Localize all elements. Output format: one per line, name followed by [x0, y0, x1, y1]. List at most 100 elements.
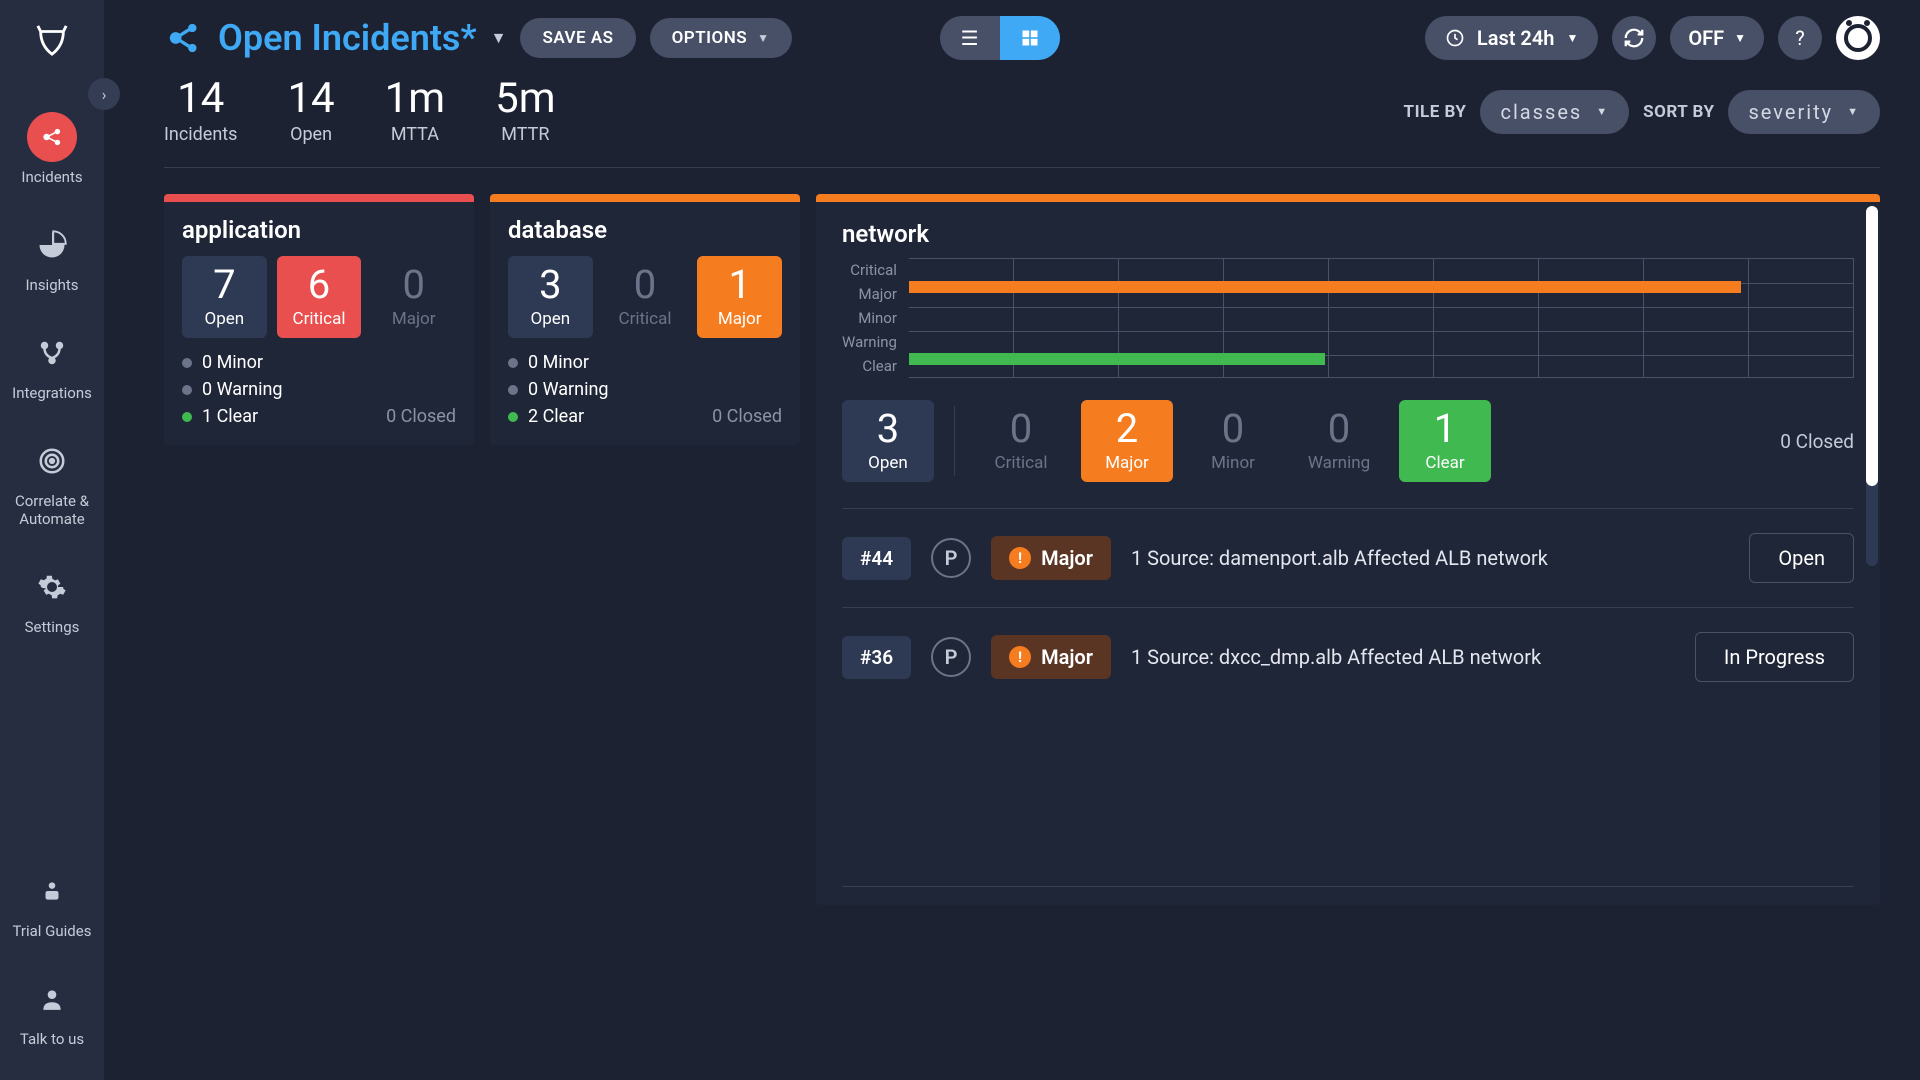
incident-description: 1 Source: damenport.alb Affected ALB net… — [1131, 546, 1729, 570]
nav-label: Incidents — [21, 168, 82, 186]
meta-minor: 0 Minor — [508, 352, 609, 373]
nav-label: Insights — [25, 276, 78, 294]
incident-id[interactable]: #36 — [842, 636, 911, 679]
nav-incidents[interactable]: Incidents — [0, 100, 104, 198]
chevron-down-icon: ▼ — [491, 28, 507, 48]
header: Open Incidents* ▼ SAVE AS OPTIONS ▼ ☰ La… — [164, 16, 1880, 60]
tiles-container: application 7 Open 6 Critical 0 Major — [164, 168, 1880, 905]
tile-title: database — [508, 216, 782, 244]
nav-label: Trial Guides — [13, 922, 92, 940]
chevron-down-icon: ▼ — [1596, 105, 1609, 118]
user-avatar[interactable] — [1836, 16, 1880, 60]
guides-icon — [27, 866, 77, 916]
metric-mttr: 5m MTTR — [495, 78, 555, 145]
nav-talk[interactable]: Talk to us — [0, 962, 104, 1060]
priority-badge[interactable]: P — [931, 637, 971, 677]
nav-expand-button[interactable]: › — [88, 78, 120, 110]
sort-by-label: SORT BY — [1643, 102, 1714, 122]
metric-incidents: 14 Incidents — [164, 78, 237, 145]
help-button[interactable]: ? — [1778, 16, 1822, 60]
metric-open: 14 Open — [287, 78, 334, 145]
chevron-down-icon: ▼ — [1734, 31, 1746, 45]
metric-mtta: 1m MTTA — [385, 78, 445, 145]
incident-row[interactable]: #36 P ! Major 1 Source: dxcc_dmp.alb Aff… — [842, 607, 1854, 706]
help-icon: ? — [1795, 26, 1804, 50]
tile-by-label: TILE BY — [1404, 102, 1467, 122]
stat-major[interactable]: 1 Major — [697, 256, 782, 338]
stat-critical[interactable]: 6 Critical — [277, 256, 362, 338]
severity-bar — [164, 194, 474, 202]
nav-insights[interactable]: Insights — [0, 208, 104, 306]
dashboard-title-dropdown[interactable]: Open Incidents* ▼ — [164, 17, 506, 59]
time-range-selector[interactable]: Last 24h ▼ — [1425, 16, 1598, 60]
incident-state[interactable]: Open — [1749, 533, 1854, 583]
stat-open[interactable]: 7 Open — [182, 256, 267, 338]
nav-integrations[interactable]: Integrations — [0, 316, 104, 414]
severity-bar — [816, 194, 1880, 202]
stat-major[interactable]: 0 Major — [371, 256, 456, 338]
list-view-button[interactable]: ☰ — [940, 16, 1000, 60]
meta-closed: 0 Closed — [712, 406, 782, 427]
scrollbar-thumb[interactable] — [1866, 206, 1878, 486]
nav-settings[interactable]: Settings — [0, 550, 104, 648]
meta-clear: 1 Clear — [182, 406, 283, 427]
refresh-button[interactable] — [1612, 16, 1656, 60]
incident-row[interactable]: #44 P ! Major 1 Source: damenport.alb Af… — [842, 508, 1854, 607]
incident-state[interactable]: In Progress — [1695, 632, 1854, 682]
meta-closed: 0 Closed — [386, 406, 456, 427]
stat-minor[interactable]: 0 Minor — [1187, 400, 1279, 482]
stat-major[interactable]: 2 Major — [1081, 400, 1173, 482]
save-as-button[interactable]: SAVE AS — [520, 18, 635, 58]
clock-icon — [1445, 28, 1465, 48]
nav-label: Settings — [25, 618, 80, 636]
chart-band-clear — [909, 353, 1325, 365]
tile-application[interactable]: application 7 Open 6 Critical 0 Major — [164, 194, 474, 445]
nav-correlate[interactable]: Correlate &Automate — [0, 424, 104, 540]
refresh-icon — [1623, 27, 1645, 49]
incident-id[interactable]: #44 — [842, 537, 911, 580]
stat-open[interactable]: 3 Open — [842, 400, 934, 482]
tile-network: network Critical Major Minor Warning Cle… — [816, 194, 1880, 905]
stat-warning[interactable]: 0 Warning — [1293, 400, 1385, 482]
chart-band-major — [909, 281, 1741, 293]
priority-badge[interactable]: P — [931, 538, 971, 578]
chevron-down-icon: ▼ — [1847, 105, 1860, 118]
nav-label: Correlate &Automate — [15, 492, 89, 528]
tile-database[interactable]: database 3 Open 0 Critical 1 Major — [490, 194, 800, 445]
stat-critical[interactable]: 0 Critical — [603, 256, 688, 338]
main-content: Open Incidents* ▼ SAVE AS OPTIONS ▼ ☰ La… — [104, 0, 1920, 1080]
tile-title: application — [182, 216, 456, 244]
severity-badge: ! Major — [991, 536, 1111, 580]
grid-icon — [1020, 28, 1040, 48]
meta-minor: 0 Minor — [182, 352, 283, 373]
meta-clear: 2 Clear — [508, 406, 609, 427]
stat-clear[interactable]: 1 Clear — [1399, 400, 1491, 482]
app-logo-icon — [32, 20, 72, 60]
dashboard-icon — [164, 18, 204, 58]
grid-view-button[interactable] — [1000, 16, 1060, 60]
nav-label: Talk to us — [20, 1030, 84, 1048]
tile-title: network — [842, 220, 1854, 248]
auto-refresh-toggle[interactable]: OFF ▼ — [1670, 16, 1764, 60]
severity-bar — [490, 194, 800, 202]
view-toggle: ☰ — [940, 16, 1060, 60]
list-icon: ☰ — [961, 26, 979, 50]
meta-closed: 0 Closed — [1780, 430, 1854, 453]
severity-badge: ! Major — [991, 635, 1111, 679]
nav-label: Integrations — [12, 384, 92, 402]
stat-critical[interactable]: 0 Critical — [975, 400, 1067, 482]
incident-description: 1 Source: dxcc_dmp.alb Affected ALB netw… — [1131, 645, 1675, 669]
alert-icon: ! — [1009, 547, 1031, 569]
meta-warning: 0 Warning — [508, 379, 609, 400]
sort-by-select[interactable]: severity ▼ — [1728, 90, 1880, 134]
correlate-icon — [27, 436, 77, 486]
tile-by-select[interactable]: classes ▼ — [1480, 90, 1629, 134]
integrations-icon — [27, 328, 77, 378]
chevron-down-icon: ▼ — [1566, 31, 1578, 45]
options-button[interactable]: OPTIONS ▼ — [650, 18, 792, 58]
stat-open[interactable]: 3 Open — [508, 256, 593, 338]
chevron-right-icon: › — [102, 85, 107, 104]
nav-trial-guides[interactable]: Trial Guides — [0, 854, 104, 952]
chat-icon — [27, 974, 77, 1024]
severity-timeline-chart: Critical Major Minor Warning Clear — [842, 258, 1854, 378]
